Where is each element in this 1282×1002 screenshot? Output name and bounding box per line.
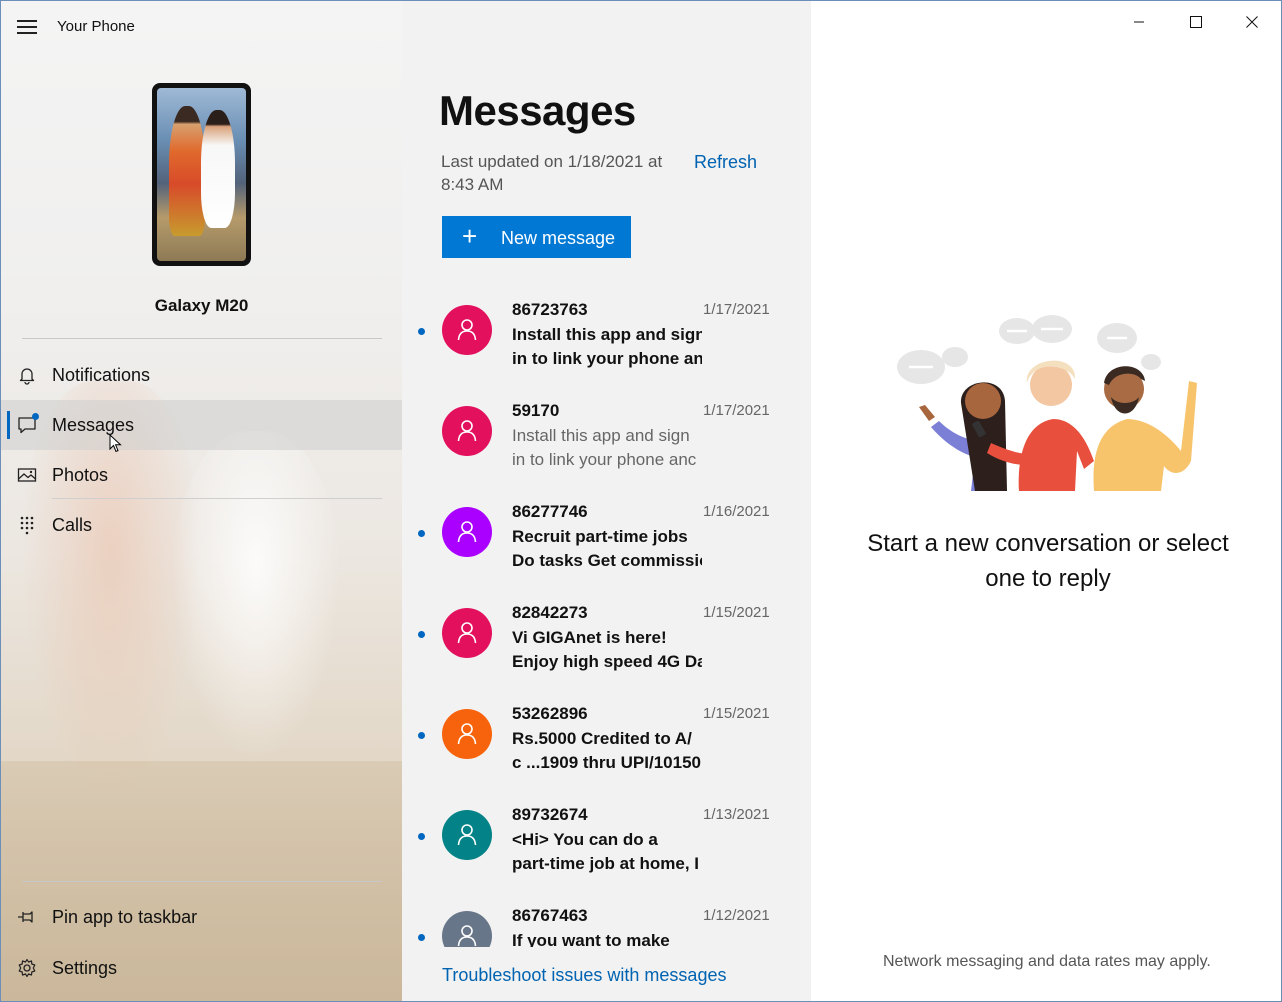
troubleshoot-link[interactable]: Troubleshoot issues with messages [442,965,731,986]
pin-to-taskbar-button[interactable]: Pin app to taskbar [1,892,402,942]
message-date: 1/16/2021 [703,503,770,520]
message-preview: Vi GIGAnet is here! Enjoy high speed 4G … [512,628,702,671]
message-preview: <Hi> You can do a part-time job at home,… [512,830,700,873]
last-updated-text: Last updated on 1/18/2021 at 8:43 AM [441,152,663,194]
new-message-button[interactable]: + New message [442,216,631,258]
conversation-item[interactable]: 82842273 1/15/2021 Vi GIGAnet is here! Enj… [402,594,811,695]
app-window: Your Phone Galaxy M20 Notifications Mess… [0,0,1282,1002]
avatar [442,406,492,456]
divider [22,881,382,882]
person-icon [457,521,477,543]
minimize-icon [1134,21,1144,23]
message-list-pane: Messages Last updated on 1/18/2021 at 8:… [402,1,811,1001]
nav-label: Pin app to taskbar [52,907,198,927]
message-date: 1/12/2021 [703,907,770,924]
app-title: Your Phone [57,18,135,35]
sender-name: 59170 [512,401,560,420]
maximize-icon [1190,16,1202,28]
message-preview: Install this app and sign in to link you… [512,426,697,469]
message-preview: Recruit part-time jobs Do tasks Get comm… [512,527,702,570]
hamburger-menu-icon[interactable] [17,20,37,34]
person-icon [457,622,477,644]
avatar [442,507,492,557]
unread-indicator [418,732,425,739]
message-preview: Rs.5000 Credited to A/ c ...1909 thru UP… [512,729,702,772]
nav-item-messages[interactable]: Messages [1,400,402,453]
nav-item-photos[interactable]: Photos [1,450,402,500]
nav-label: Notifications [52,365,151,385]
page-title: Messages [439,87,636,134]
close-button[interactable] [1224,1,1280,43]
minimize-button[interactable] [1111,1,1167,43]
unread-indicator [418,833,425,840]
maximize-button[interactable] [1168,1,1224,43]
avatar [442,305,492,355]
divider [52,498,382,499]
nav-label: Settings [52,958,118,978]
phone-wallpaper [157,88,246,261]
conversation-detail-pane: Start a new conversation or select one t… [811,1,1281,1001]
dialpad-icon [20,516,34,535]
person-icon [457,925,477,947]
person-icon [457,420,477,442]
person-icon [457,723,477,745]
bell-icon [19,368,35,385]
nav-label: Messages [52,415,135,435]
unread-indicator [418,934,425,941]
nav-label: Calls [52,515,93,535]
message-date: 1/15/2021 [703,705,770,722]
nav-item-calls[interactable]: Calls [1,500,402,550]
people-chatting-illustration [897,315,1197,491]
close-icon [1246,16,1258,28]
nav-label: Photos [52,465,109,485]
divider [22,338,382,339]
unread-indicator [418,631,425,638]
gear-icon [18,958,36,978]
empty-state-text: Start a new conversation or select one t… [867,530,1229,592]
plus-icon: + [462,221,478,251]
conversation-item[interactable]: 89732674 1/13/2021 <Hi> You can do a part-… [402,796,811,897]
conversation-item[interactable]: 59170 1/17/2021 Install this app and sign … [402,392,811,493]
avatar [442,608,492,658]
refresh-link[interactable]: Refresh [694,152,757,173]
sidebar: Your Phone Galaxy M20 Notifications Mess… [1,1,402,1001]
data-rates-disclaimer: Network messaging and data rates may app… [883,953,1211,970]
unread-indicator [418,328,425,335]
sender-name: 86277746 [512,502,588,521]
photos-icon [17,468,37,482]
unread-indicator [418,530,425,537]
sender-name: 89732674 [512,805,588,824]
message-preview: Install this app and sign in to link you… [512,325,702,368]
message-date: 1/13/2021 [703,806,770,823]
device-name: Galaxy M20 [154,296,249,315]
unread-badge [32,413,39,420]
sender-name: 82842273 [512,603,588,622]
pin-icon [18,911,33,923]
person-icon [457,824,477,846]
message-date: 1/17/2021 [703,301,770,318]
sender-name: 53262896 [512,704,588,723]
sender-name: 86767463 [512,906,588,925]
nav-item-notifications[interactable]: Notifications [1,350,402,400]
person-icon [457,319,477,341]
phone-image [152,83,251,266]
conversation-item[interactable]: 86723763 1/17/2021 Install this app and si… [402,291,811,392]
sender-name: 86723763 [512,300,588,319]
title-bar: Your Phone [1,1,402,53]
avatar [442,810,492,860]
message-date: 1/15/2021 [703,604,770,621]
avatar [442,709,492,759]
settings-button[interactable]: Settings [1,943,402,993]
new-message-label: New message [501,228,616,248]
message-date: 1/17/2021 [703,402,770,419]
conversation-item[interactable]: 86277746 1/16/2021 Recruit part-time jobs … [402,493,811,594]
conversation-item[interactable]: 53262896 1/15/2021 Rs.5000 Credited to A/ … [402,695,811,796]
